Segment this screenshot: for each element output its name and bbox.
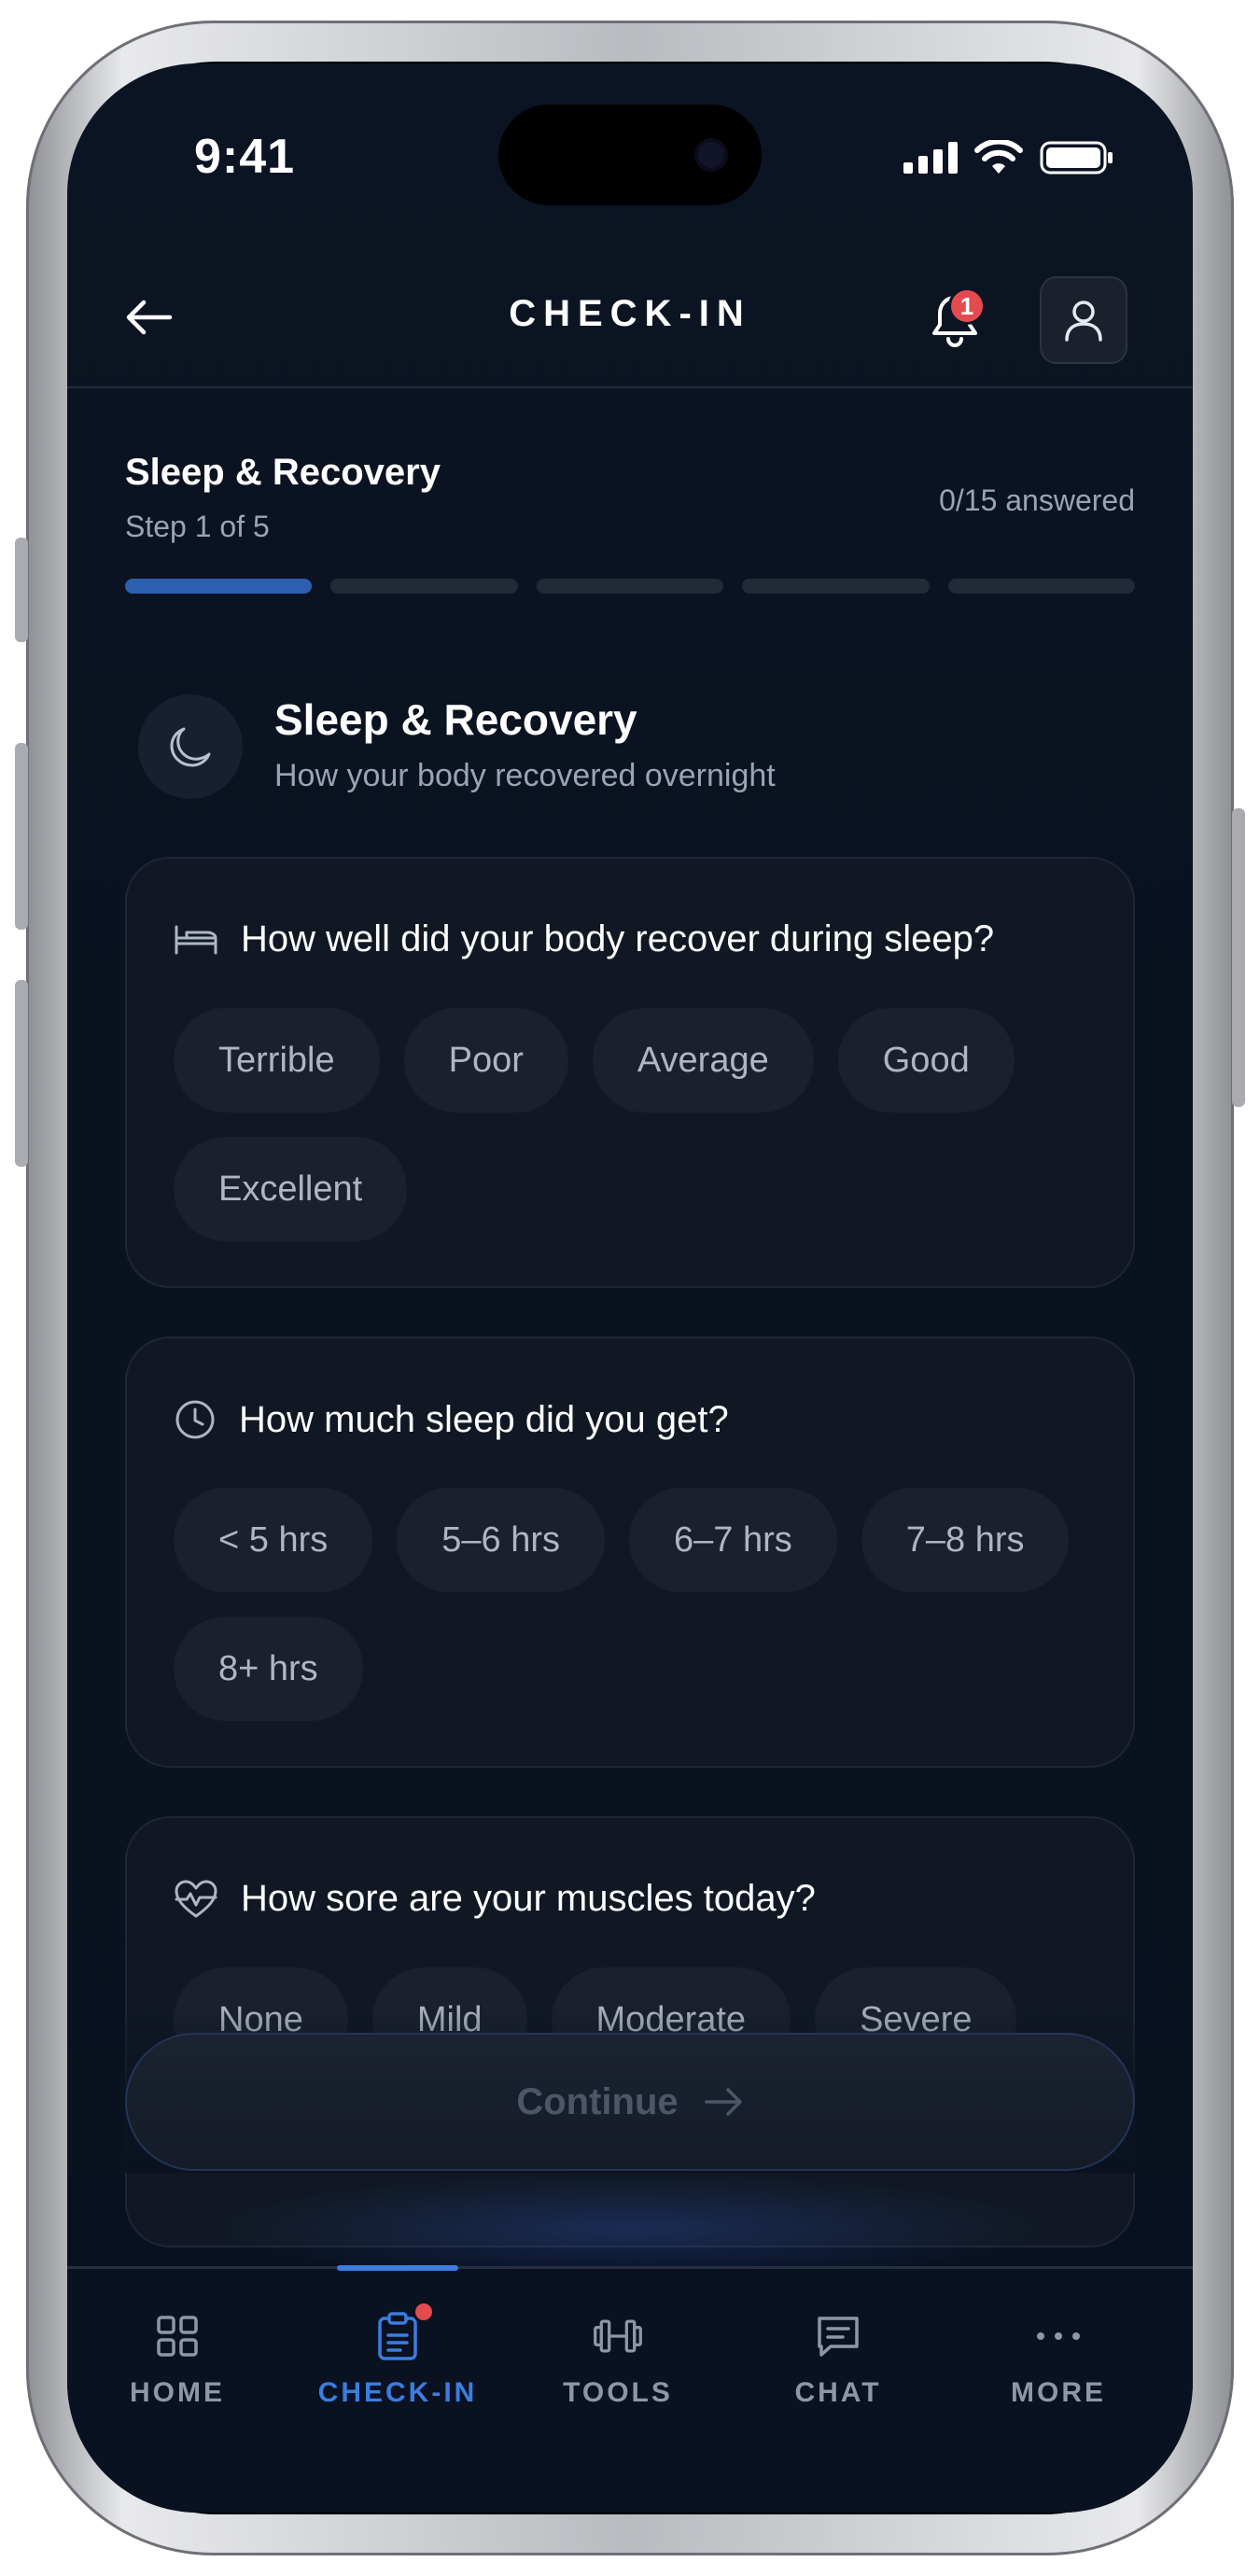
section-title: Sleep & Recovery [125,452,441,493]
question-header: How well did your body recover during sl… [174,918,994,960]
option-chip[interactable]: 8+ hrs [174,1617,363,1721]
tab-label: CHECK-IN [317,2377,478,2408]
wifi-icon [974,140,1023,174]
active-tab-indicator [337,2265,458,2271]
question-text: How much sleep did you get? [239,1398,729,1440]
moon-icon [170,727,211,767]
tab-check-in[interactable]: CHECK-IN [287,2265,508,2456]
more-dots-icon [1032,2310,1085,2362]
option-chip[interactable]: 7–8 hrs [861,1488,1070,1592]
power-button [1232,808,1245,1107]
answer-options: Terrible Poor Average Good Excellent [174,1008,1086,1241]
bottom-tab-bar: HOME CHECK-IN TOOLS CHAT MORE [67,2265,1193,2513]
cellular-signal-icon [903,142,958,174]
tab-more[interactable]: MORE [948,2269,1169,2456]
status-icons [903,140,1114,175]
continue-label: Continue [516,2080,679,2122]
progress-segment-2 [330,579,518,594]
notification-badge: 1 [948,287,986,325]
camera-icon [698,142,724,168]
progress-segment-4 [742,579,930,594]
option-chip[interactable]: Good [837,1008,1015,1113]
tab-home[interactable]: HOME [67,2269,287,2456]
tab-label: TOOLS [563,2377,673,2408]
heart-pulse-icon [175,1880,217,1917]
status-time: 9:41 [194,130,296,184]
question-header: How much sleep did you get? [174,1398,729,1441]
tab-label: HOME [130,2377,225,2408]
step-progress-bar [125,579,1136,594]
clipboard-icon [371,2301,435,2362]
profile-button[interactable] [1040,276,1127,364]
question-text: How well did your body recover during sl… [241,918,995,959]
question-card-sleep-duration: How much sleep did you get? < 5 hrs 5–6 … [125,1337,1135,1768]
tab-notification-dot [413,2301,435,2323]
chat-icon [812,2310,864,2362]
dumbbell-icon [592,2310,644,2362]
progress-segment-5 [947,579,1136,594]
action-button [15,538,28,642]
battery-icon [1040,141,1113,175]
category-icon-badge [138,694,243,799]
option-chip[interactable]: Average [592,1008,814,1113]
option-chip[interactable]: Terrible [174,1008,380,1113]
step-label: Step 1 of 5 [125,510,270,543]
answer-options: < 5 hrs 5–6 hrs 6–7 hrs 7–8 hrs 8+ hrs [174,1488,1086,1721]
clock-icon [175,1400,215,1439]
progress-segment-1 [125,579,313,594]
answered-count: 0/15 answered [939,483,1135,517]
category-subtitle: How your body recovered overnight [274,758,776,793]
option-chip[interactable]: < 5 hrs [174,1488,373,1592]
option-chip[interactable]: Poor [403,1008,568,1113]
user-icon [1065,301,1102,342]
dynamic-island [498,105,762,205]
tab-label: CHAT [794,2377,882,2408]
progress-segment-3 [536,579,724,594]
option-chip[interactable]: 6–7 hrs [628,1488,837,1592]
category-title: Sleep & Recovery [274,695,637,744]
question-header: How sore are your muscles today? [174,1878,816,1920]
tab-chat[interactable]: CHAT [728,2269,948,2456]
page-title: CHECK-IN [509,293,751,334]
arrow-right-icon [704,2088,742,2116]
volume-down-button [15,980,28,1167]
notifications-button[interactable]: 1 [922,287,987,353]
question-card-recovery: How well did your body recover during sl… [125,857,1135,1288]
grid-icon [151,2310,203,2362]
bed-icon [175,925,217,954]
continue-button[interactable]: Continue [125,2033,1135,2171]
tab-label: MORE [1011,2377,1106,2408]
app-header: CHECK-IN 1 [67,250,1193,388]
status-bar: 9:41 [67,63,1193,205]
option-chip[interactable]: 5–6 hrs [397,1488,605,1592]
question-text: How sore are your muscles today? [241,1878,816,1919]
volume-up-button [15,743,28,930]
option-chip[interactable]: Excellent [174,1137,408,1241]
app-screen: 9:41 CHECK-IN 1 Sleep & Recovery Step 1 … [67,63,1193,2513]
tab-tools[interactable]: TOOLS [508,2269,728,2456]
